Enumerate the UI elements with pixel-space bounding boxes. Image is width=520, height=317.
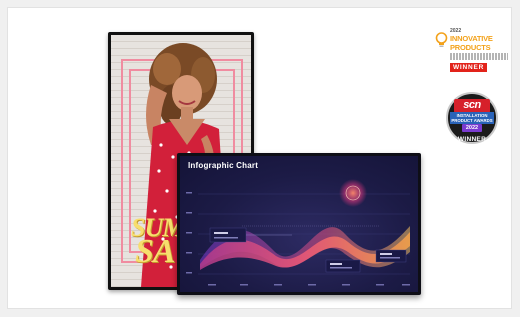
highlight-orb — [339, 179, 367, 207]
award-title-line2: PRODUCTS — [450, 43, 491, 52]
scn-winner-label: WINNER — [457, 136, 487, 143]
innovative-products-award: 2022 INNOVATIVE PRODUCTS WINNER — [433, 28, 509, 84]
scn-award-year: 2022 — [462, 124, 482, 132]
landscape-display: Infographic Chart — [177, 153, 421, 295]
award-sponsor-logos — [450, 53, 508, 60]
product-image-card: SUM SA Infographic Chart 2022 INNOVATIVE… — [7, 7, 512, 309]
winner-badge: WINNER — [450, 63, 488, 72]
infographic-visual — [186, 179, 410, 286]
scn-award-line2: PRODUCT AWARDS — [451, 118, 493, 123]
sale-headline-line2: SA — [135, 233, 176, 270]
landscape-screen: Infographic Chart — [180, 156, 418, 292]
lightbulb-icon — [435, 32, 448, 47]
award-title-line1: INNOVATIVE — [450, 34, 493, 43]
scn-logo: scn — [463, 99, 481, 111]
scn-award-name: INSTALLATION PRODUCT AWARDS — [446, 113, 498, 123]
scn-installation-award: scn INSTALLATION PRODUCT AWARDS 2022 WIN… — [446, 88, 498, 162]
